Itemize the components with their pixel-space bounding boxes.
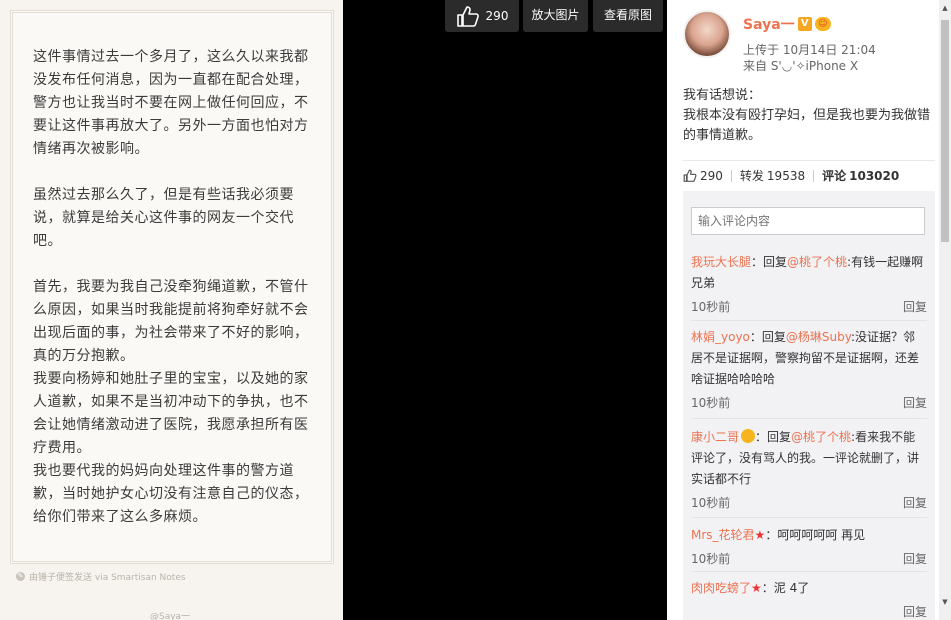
comment-item: 我玩大长腿：回复@桃了个桃:有钱一起赚啊兄弟 10秒前 回复: [691, 252, 927, 318]
comment-divider: [691, 517, 927, 518]
comment-username[interactable]: 我玩大长腿: [691, 255, 751, 269]
comment-reply-button[interactable]: 回复: [903, 393, 927, 414]
scroll-up-arrow-icon[interactable]: ▲: [939, 2, 951, 14]
comment-item: Mrs_花轮君★：呵呵呵呵呵 再见 10秒前 回复: [691, 525, 927, 570]
repost-action[interactable]: 转发 19538: [740, 167, 805, 184]
zoom-image-button[interactable]: 放大图片: [523, 0, 588, 32]
comment-reply-prefix: ：: [761, 581, 774, 595]
post-source: 来自 S'◡'✧iPhone X: [743, 59, 859, 73]
comment-item: 康小二哥 ：回复@桃了个桃:看来我不能评论了，没有骂人的我。一评论就删了，讲实话都…: [691, 427, 927, 514]
comments-section: 我玩大长腿：回复@桃了个桃:有钱一起赚啊兄弟 10秒前 回复 林娟_yoyo：回…: [683, 191, 935, 620]
level-badge-icon: ☺: [814, 17, 831, 31]
divider: [813, 169, 815, 182]
comment-mention[interactable]: @杨琳Suby: [786, 330, 851, 344]
post-panel: Saya一 V ☺ 上传于 10月14日 21:04 来自 S'◡'✧iPhon…: [667, 0, 939, 620]
like-button[interactable]: 290: [445, 0, 519, 32]
smartisan-icon: ✎: [16, 572, 25, 581]
thumbs-up-icon: [683, 169, 697, 182]
comment-username[interactable]: 康小二哥: [691, 430, 739, 444]
post-username-row: Saya一 V ☺: [743, 14, 831, 34]
comment-text: 呵呵呵呵呵 再见: [777, 528, 866, 542]
post-actions: 290 转发 19538 评论 103020: [683, 160, 935, 190]
comment-divider: [691, 418, 927, 419]
note-image: 这件事情过去一个多月了，这么久以来我都没发布任何消息，因为一直都在配合处理，警方…: [0, 0, 343, 620]
comment-mention[interactable]: @桃了个桃: [787, 255, 847, 269]
comment-text: 泥 4了: [773, 581, 810, 595]
comment-label: 评论: [822, 169, 847, 183]
post-text-line2: 我根本没有殴打孕妇，但是我也要为我做错的事情道歉。: [683, 108, 931, 143]
like-action[interactable]: 290: [683, 169, 723, 183]
comment-mention[interactable]: @桃了个桃: [791, 430, 851, 444]
scroll-thumb[interactable]: [941, 20, 949, 242]
thumbs-up-icon: [456, 6, 479, 27]
note-footer: ✎ 由锤子便签发送 via Smartisan Notes: [16, 570, 186, 583]
level-badge-icon: [741, 429, 756, 443]
comment-reply-button[interactable]: 回复: [903, 602, 927, 620]
comment-reply-button[interactable]: 回复: [903, 493, 927, 514]
star-icon: ★: [751, 581, 762, 595]
view-original-button[interactable]: 查看原图: [593, 0, 663, 32]
scroll-down-arrow-icon[interactable]: ▼: [939, 596, 951, 608]
comment-time: 10秒前: [691, 496, 731, 510]
comment-reply-button[interactable]: 回复: [903, 297, 927, 318]
image-watermark: @Saya一: [150, 612, 191, 620]
comment-time: 10秒前: [691, 396, 731, 410]
repost-label: 转发: [739, 169, 764, 183]
post-username[interactable]: Saya一: [743, 14, 795, 34]
comment-username[interactable]: 林娟_yoyo: [691, 330, 750, 344]
note-body: 这件事情过去一个多月了，这么久以来我都没发布任何消息，因为一直都在配合处理，警方…: [33, 49, 309, 525]
like-count: 290: [485, 9, 509, 23]
repost-count: 19538: [766, 168, 806, 183]
like-action-count: 290: [700, 168, 723, 183]
comment-action[interactable]: 评论 103020: [822, 167, 899, 184]
comment-username[interactable]: Mrs_花轮君: [691, 528, 755, 542]
comment-time: 10秒前: [691, 300, 731, 314]
comment-reply-prefix: ：回复: [751, 255, 788, 269]
comment-reply-prefix: ：回复: [755, 430, 792, 444]
avatar[interactable]: [683, 10, 731, 58]
upload-time: 上传于 10月14日 21:04: [743, 43, 876, 57]
scrollbar[interactable]: ▲ ▼: [939, 0, 951, 620]
comment-reply-prefix: ：: [765, 528, 778, 542]
note-footer-text: 由锤子便签发送 via Smartisan Notes: [29, 573, 186, 583]
comment-reply-button[interactable]: 回复: [903, 549, 927, 570]
comment-count: 103020: [849, 168, 900, 183]
comment-item: 林娟_yoyo：回复@杨琳Suby:没证据？邻居不是证据啊，警察拘留不是证据啊，…: [691, 327, 927, 414]
comment-username[interactable]: 肉肉吃螃了: [691, 581, 751, 595]
comment-time: 10秒前: [691, 552, 731, 566]
post-text-line1: 我有话想说：: [683, 88, 762, 103]
divider: [730, 169, 732, 182]
comment-reply-prefix: ：回复: [749, 330, 786, 344]
post-text: 我有话想说： 我根本没有殴打孕妇，但是我也要为我做错的事情道歉。: [683, 86, 935, 146]
star-icon: ★: [754, 528, 766, 542]
image-viewer-background: [343, 0, 667, 620]
comment-item: 肉肉吃螃了★：泥 4了 回复: [691, 578, 927, 620]
comment-input[interactable]: [691, 207, 925, 235]
verified-badge-icon: V: [797, 17, 812, 31]
comment-divider: [691, 571, 927, 572]
comment-divider: [691, 320, 927, 321]
